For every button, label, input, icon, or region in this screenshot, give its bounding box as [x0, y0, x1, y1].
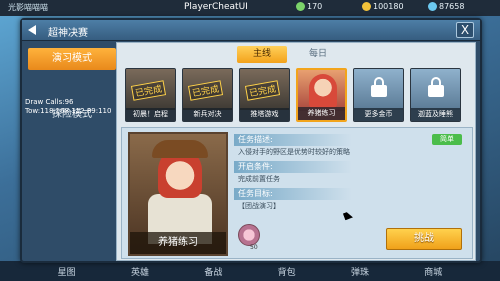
mission-desc-label: 任务描述:: [234, 134, 352, 146]
mission-goal-label: 任务目标:: [234, 188, 352, 200]
mode-dialog: 超神决赛 X 演习模式 探险模式 Draw Calls:96 Tow:118.1…: [20, 18, 482, 263]
hero-name: 养猪练习: [130, 232, 226, 254]
overlay-title: PlayerCheatUI: [184, 2, 248, 12]
nav-bag[interactable]: 背包: [278, 265, 296, 278]
stage-name: 初晨！启程: [126, 108, 175, 121]
dialog-header: 超神决赛 X: [22, 20, 480, 41]
stage-cards: 已完成 初晨！启程 已完成 新兵对决 已完成 推塔游戏 养猪练习 更多金币 迦蓝…: [125, 68, 461, 122]
stage-card-locked[interactable]: 迦蓝及睡熊: [410, 68, 461, 122]
nav-star-map[interactable]: 星图: [58, 265, 76, 278]
nav-shop[interactable]: 商城: [424, 265, 442, 278]
stage-tabs: 主线 每日: [237, 46, 343, 63]
stage-name: 迦蓝及睡熊: [411, 108, 460, 121]
player-name: 光影喵喵喵: [8, 3, 48, 12]
stage-name: 推塔游戏: [240, 108, 289, 121]
challenge-button[interactable]: 挑战: [386, 228, 462, 250]
stage-panel: 主线 每日 已完成 初晨！启程 已完成 新兵对决 已完成 推塔游戏 养猪练习 更…: [116, 42, 476, 261]
side-menu: 演习模式 探险模式 Draw Calls:96 Tow:118.168.112.…: [25, 48, 116, 132]
stamina-icon: [296, 2, 305, 11]
bottom-nav: 星图 英雄 备战 背包 弹珠 商城: [0, 261, 500, 281]
side-item-empty: [28, 76, 116, 98]
nav-prepare[interactable]: 备战: [204, 265, 222, 278]
reward-shell-icon[interactable]: [238, 224, 260, 246]
nav-pinball[interactable]: 弹珠: [351, 265, 369, 278]
hero-portrait-icon: [309, 74, 337, 108]
unlock-condition-text: 完成前置任务: [238, 175, 280, 183]
stage-card[interactable]: 已完成 新兵对决: [182, 68, 233, 122]
stage-card[interactable]: 已完成 初晨！启程: [125, 68, 176, 122]
side-item-training[interactable]: 演习模式: [28, 48, 116, 70]
tab-daily[interactable]: 每日: [293, 46, 343, 63]
close-button[interactable]: X: [456, 22, 474, 38]
unlock-condition-label: 开启条件:: [234, 161, 352, 173]
stage-card-selected[interactable]: 养猪练习: [296, 68, 347, 122]
nav-heroes[interactable]: 英雄: [131, 265, 149, 278]
back-arrow-icon[interactable]: [28, 25, 36, 35]
diamond-icon: [428, 2, 437, 11]
tab-main[interactable]: 主线: [237, 46, 287, 63]
stamina-counter: 170: [296, 2, 322, 11]
gold-icon: [362, 2, 371, 11]
stage-card[interactable]: 已完成 推塔游戏: [239, 68, 290, 122]
reward-count: 50: [250, 244, 258, 251]
dialog-title: 超神决赛: [48, 28, 88, 39]
stage-name: 养猪练习: [298, 107, 345, 120]
hero-art: 养猪练习: [128, 132, 228, 256]
mission-desc-text: 入侵对手的野区是优势时较好的策略: [238, 148, 350, 156]
lock-icon: [371, 77, 387, 97]
stage-name: 新兵对决: [183, 108, 232, 121]
stage-name: 更多金币: [354, 108, 403, 121]
stage-detail: 养猪练习 简单 任务描述: 入侵对手的野区是优势时较好的策略 开启条件: 完成前…: [121, 127, 473, 259]
difficulty-badge: 简单: [432, 134, 462, 145]
top-status-bar: 光影喵喵喵 PlayerCheatUI 170 100180 87658: [0, 0, 500, 16]
diamond-counter: 87658: [428, 2, 464, 11]
lock-icon: [428, 77, 444, 97]
mission-info: 简单 任务描述: 入侵对手的野区是优势时较好的策略 开启条件: 完成前置任务 任…: [234, 134, 468, 215]
hero-hat: [152, 140, 208, 158]
stage-card-locked[interactable]: 更多金币: [353, 68, 404, 122]
gold-counter: 100180: [362, 2, 404, 11]
